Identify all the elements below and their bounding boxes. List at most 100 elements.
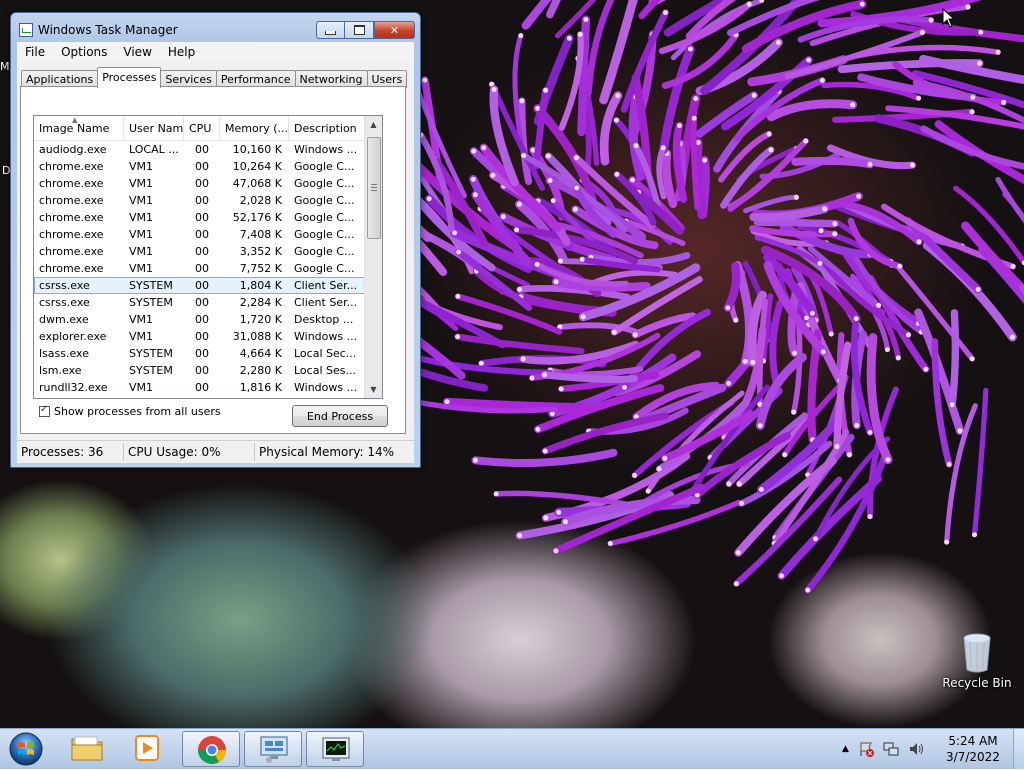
system-clock[interactable]: 5:24 AM 3/7/2022 (940, 733, 1006, 765)
tab-strip: Applications Processes Services Performance… (21, 67, 408, 88)
cell-desc: Local Ses... (294, 364, 356, 377)
table-row[interactable]: chrome.exe VM1 00 2,028 K Google C... (34, 192, 367, 209)
taskbar-media-player[interactable] (118, 731, 176, 767)
table-row[interactable]: audiodg.exe LOCAL ... 00 10,160 K Windows ..… (34, 141, 367, 158)
cell-memory: 3,352 K (239, 245, 282, 258)
checkbox-checked-icon[interactable] (39, 404, 50, 417)
maximize-button[interactable] (345, 21, 374, 39)
wallpaper-strand-tip (995, 49, 1001, 55)
wallpaper-strand-tip (923, 366, 929, 372)
table-row[interactable]: rundll32.exe VM1 00 1,816 K Windows ... (34, 379, 367, 396)
menu-options[interactable]: Options (53, 45, 115, 59)
recycle-bin-icon (961, 632, 993, 674)
table-row[interactable]: csrss.exe SYSTEM 00 1,804 K Client Ser... (34, 277, 367, 294)
table-row[interactable]: chrome.exe VM1 00 52,176 K Google C... (34, 209, 367, 226)
table-row[interactable]: chrome.exe VM1 00 47,068 K Google C... (34, 175, 367, 192)
table-row[interactable]: lsass.exe SYSTEM 00 4,664 K Local Sec... (34, 345, 367, 362)
cell-desc: Desktop ... (294, 313, 354, 326)
column-header-label: Description (294, 122, 357, 135)
taskbar-control-panel[interactable] (244, 731, 302, 767)
table-row[interactable]: dwm.exe VM1 00 1,720 K Desktop ... (34, 311, 367, 328)
process-list[interactable]: Image Name ▲ User Name CPU Memory (... Descri… (33, 115, 383, 399)
wallpaper-strand-tip (580, 314, 586, 320)
wallpaper-strand-tip (856, 193, 862, 199)
show-desktop-button[interactable] (1013, 729, 1024, 769)
cell-memory: 7,408 K (239, 228, 282, 241)
show-hidden-icons-chevron-icon[interactable]: ▲ (842, 744, 849, 754)
processes-tab-panel: Image Name ▲ User Name CPU Memory (... Descri… (20, 86, 406, 434)
column-header-3[interactable]: Memory (... (220, 116, 289, 140)
task-manager-app-icon (19, 23, 33, 37)
cell-user: SYSTEM (129, 296, 173, 309)
cell-desc: Windows ... (294, 143, 358, 156)
wallpaper-strand-tip (809, 310, 815, 316)
table-row[interactable]: chrome.exe VM1 00 7,752 K Google C... (34, 260, 367, 277)
wallpaper-strand-tip (970, 94, 976, 100)
menu-view[interactable]: View (115, 45, 159, 59)
column-header-1[interactable]: User Name (124, 116, 184, 140)
wallpaper-strand-tip (422, 77, 428, 83)
wallpaper-strand-tip (563, 519, 568, 525)
scroll-down-arrow-icon[interactable]: ▼ (365, 381, 382, 398)
cell-desc: Google C... (294, 160, 355, 173)
wallpaper-strand-tip (793, 194, 799, 200)
cell-desc: Google C... (294, 194, 355, 207)
table-row[interactable]: csrss.exe SYSTEM 00 2,284 K Client Ser... (34, 294, 367, 311)
task-manager-window[interactable]: Windows Task Manager ✕ File Options View He… (10, 12, 421, 468)
wallpaper-strand (599, 91, 623, 166)
wallpaper-strand (540, 371, 638, 383)
cell-user: SYSTEM (129, 279, 173, 292)
table-row[interactable]: chrome.exe VM1 00 7,408 K Google C... (34, 226, 367, 243)
title-bar[interactable]: Windows Task Manager (19, 20, 178, 40)
wallpaper-strand-tip (819, 77, 825, 83)
tab-processes[interactable]: Processes (97, 67, 162, 88)
menu-file[interactable]: File (17, 45, 53, 59)
wallpaper-strand-tip (805, 587, 811, 593)
taskbar-task-manager[interactable] (306, 731, 364, 767)
wallpaper-strand-tip (478, 360, 484, 366)
taskbar-windows-explorer[interactable] (58, 731, 116, 767)
windows-logo-icon (9, 732, 43, 766)
wallpaper-strand-tip (702, 157, 708, 163)
taskbar-google-chrome[interactable] (182, 731, 240, 767)
window-body: Applications Processes Services Performance… (17, 62, 414, 446)
wallpaper-strand-tip (521, 153, 527, 159)
cell-user: SYSTEM (129, 364, 173, 377)
table-row[interactable]: chrome.exe VM1 00 3,352 K Google C... (34, 243, 367, 260)
wallpaper-strand-tip (832, 231, 838, 237)
wallpaper-strand-tip (426, 196, 432, 202)
scroll-up-arrow-icon[interactable]: ▲ (365, 116, 382, 133)
notification-area: ▲ (842, 729, 924, 769)
wallpaper-strand-tip (946, 461, 952, 467)
scrollbar-thumb[interactable] (367, 137, 381, 239)
wallpaper-strand-tip (813, 536, 819, 542)
taskbar: ▲ 5:24 AM 3/7/2022 (0, 728, 1024, 769)
wallpaper-strand-tip (516, 201, 522, 207)
column-header-4[interactable]: Description (289, 116, 367, 140)
cell-cpu: 00 (195, 262, 209, 275)
action-center-flag-icon[interactable] (858, 741, 874, 757)
show-all-users-checkbox[interactable]: Show processes from all users (39, 404, 221, 418)
wallpaper-strand-tip (613, 117, 619, 123)
mouse-cursor-icon (942, 8, 956, 28)
wallpaper-strand-tip (850, 102, 856, 108)
table-row[interactable]: lsm.exe SYSTEM 00 2,280 K Local Ses... (34, 362, 367, 379)
start-button[interactable] (5, 731, 47, 767)
volume-icon[interactable] (908, 741, 924, 757)
close-button[interactable]: ✕ (374, 21, 415, 39)
end-process-button[interactable]: End Process (292, 405, 388, 427)
network-icon[interactable] (883, 741, 899, 757)
wallpaper-strand (866, 333, 893, 465)
column-header-2[interactable]: CPU (184, 116, 220, 140)
process-list-scrollbar[interactable]: ▲ ▼ (364, 116, 382, 398)
menu-help[interactable]: Help (160, 45, 203, 59)
wallpaper-strand-tip (691, 115, 697, 121)
wallpaper-strand-tip (471, 148, 477, 154)
table-row[interactable]: explorer.exe VM1 00 31,088 K Windows ... (34, 328, 367, 345)
minimize-button[interactable] (316, 21, 345, 39)
cell-memory: 31,088 K (232, 330, 282, 343)
wallpaper-strand (512, 33, 524, 144)
table-row[interactable]: chrome.exe VM1 00 10,264 K Google C... (34, 158, 367, 175)
recycle-bin-desktop-icon[interactable]: Recycle Bin (938, 632, 1016, 690)
column-header-0[interactable]: Image Name ▲ (34, 116, 124, 140)
